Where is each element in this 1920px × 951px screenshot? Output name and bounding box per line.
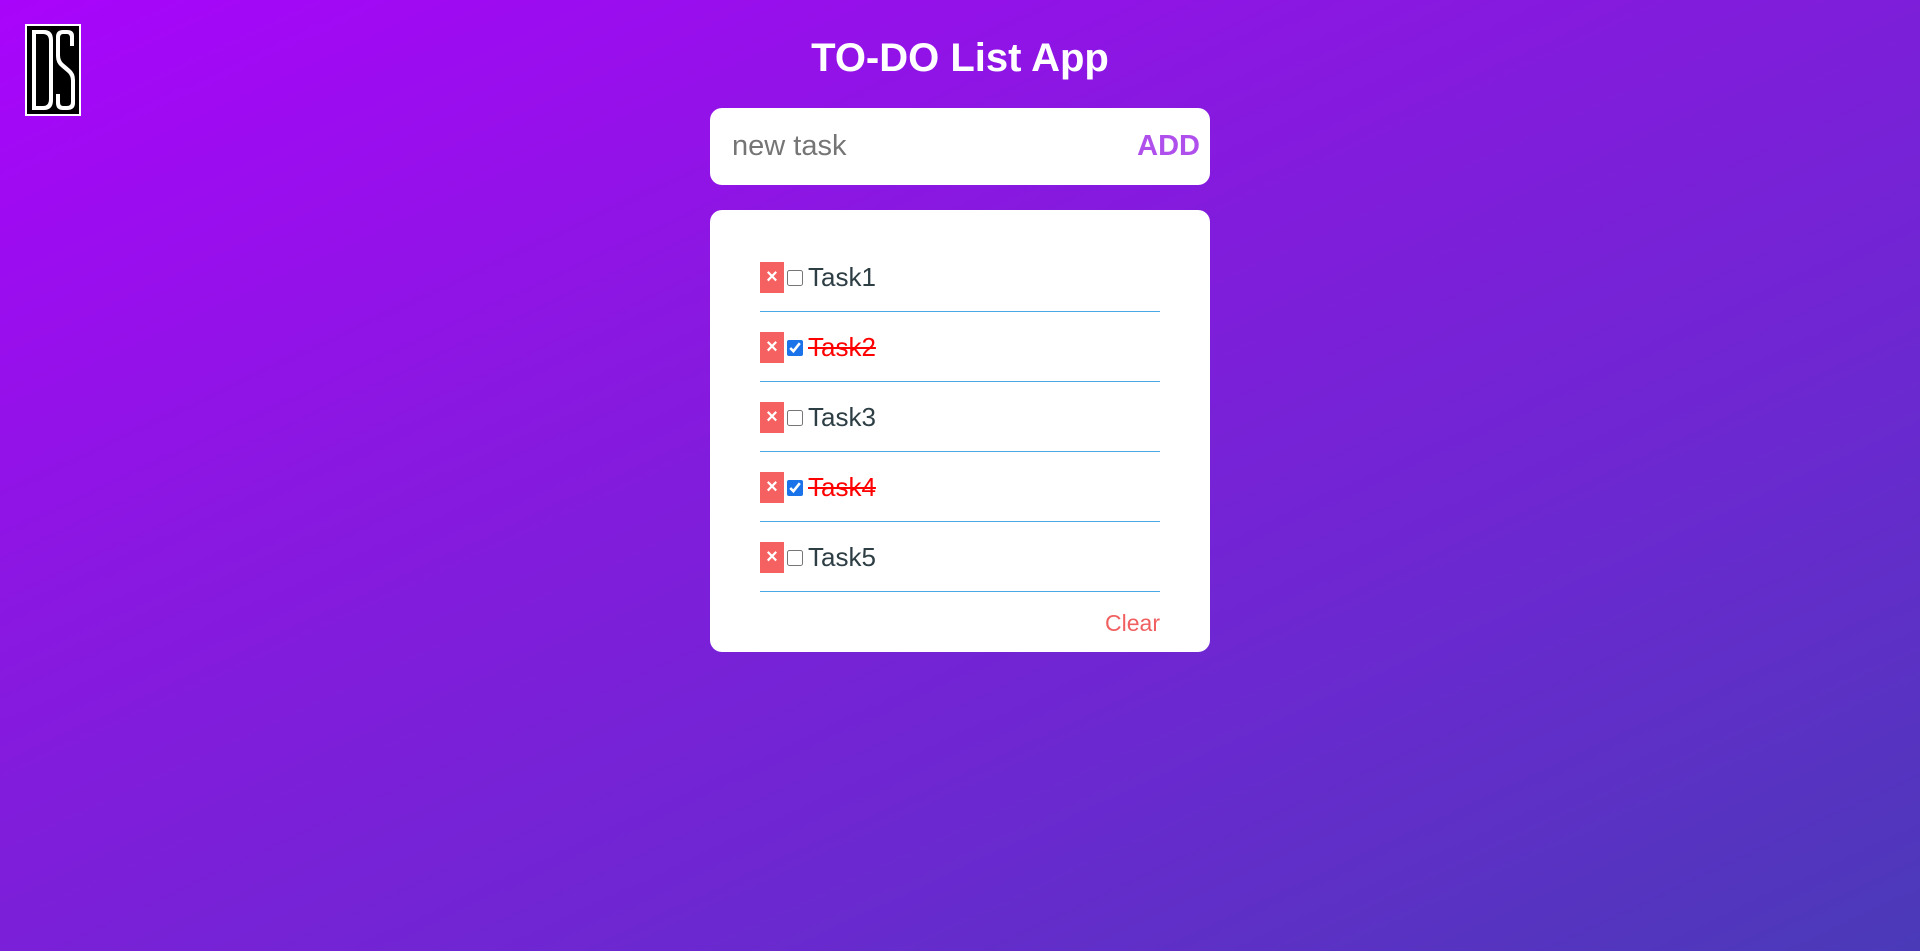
delete-task-button[interactable]: ×	[760, 332, 784, 363]
task-list-panel: × Task1 × Task2 × Task3 × Task4 × Task5 …	[710, 210, 1210, 652]
task-checkbox[interactable]	[787, 340, 803, 356]
task-item: × Task5	[760, 522, 1160, 592]
task-list: × Task1 × Task2 × Task3 × Task4 × Task5	[760, 242, 1160, 592]
delete-task-button[interactable]: ×	[760, 402, 784, 433]
task-item: × Task2	[760, 312, 1160, 382]
task-checkbox[interactable]	[787, 550, 803, 566]
task-item: × Task3	[760, 382, 1160, 452]
clear-button[interactable]: Clear	[1105, 610, 1160, 637]
delete-task-button[interactable]: ×	[760, 542, 784, 573]
task-label: Task1	[808, 262, 876, 292]
task-label: Task3	[808, 402, 876, 432]
delete-task-button[interactable]: ×	[760, 262, 784, 293]
task-label: Task2	[808, 332, 876, 362]
task-label: Task5	[808, 542, 876, 572]
add-task-form: ADD	[710, 108, 1210, 185]
task-checkbox[interactable]	[787, 270, 803, 286]
add-button[interactable]: ADD	[1137, 126, 1200, 166]
page-title: TO-DO List App	[811, 36, 1109, 80]
task-label: Task4	[808, 472, 876, 502]
task-item: × Task4	[760, 452, 1160, 522]
delete-task-button[interactable]: ×	[760, 472, 784, 503]
task-checkbox[interactable]	[787, 480, 803, 496]
task-checkbox[interactable]	[787, 410, 803, 426]
task-item: × Task1	[760, 242, 1160, 312]
new-task-input[interactable]	[732, 126, 1112, 166]
